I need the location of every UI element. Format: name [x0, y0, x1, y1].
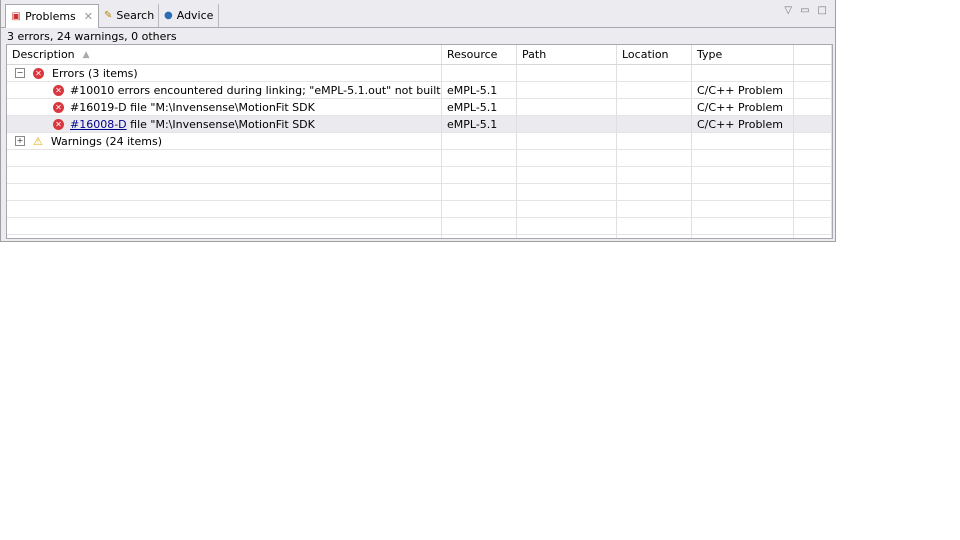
column-resource[interactable]: Resource: [442, 45, 517, 64]
empty-row: [7, 167, 832, 184]
tab-label: Problems: [25, 10, 76, 23]
col-label: Description: [12, 48, 75, 61]
table-header: Description ▲ Resource Path Location Type: [7, 45, 832, 65]
collapse-icon[interactable]: −: [15, 68, 25, 78]
close-icon[interactable]: ✕: [84, 10, 93, 23]
problems-table: Description ▲ Resource Path Location Type…: [6, 44, 833, 239]
group-label: Errors (3 items): [52, 66, 138, 80]
empty-row: [7, 201, 832, 218]
description: #16019-D file "M:\Invensense\MotionFit S…: [70, 100, 315, 114]
tab-advice[interactable]: ● Advice: [159, 4, 219, 27]
group-warnings[interactable]: + ⚠ Warnings (24 items): [7, 133, 832, 150]
empty-row: [7, 150, 832, 167]
error-code-link[interactable]: #16008-D: [70, 118, 127, 131]
resource: eMPL-5.1: [442, 116, 517, 132]
sort-ascending-icon: ▲: [82, 49, 90, 60]
type: C/C++ Problem: [692, 82, 794, 98]
column-type[interactable]: Type: [692, 45, 794, 64]
type: C/C++ Problem: [692, 99, 794, 115]
tab-label: Advice: [176, 9, 214, 22]
tab-search[interactable]: ✎ Search: [99, 4, 159, 27]
description: file "M:\Invensense\MotionFit SDK: [126, 117, 315, 131]
empty-row: [7, 235, 832, 238]
group-errors[interactable]: − ✕ Errors (3 items): [7, 65, 832, 82]
error-icon: ✕: [53, 101, 64, 113]
column-location[interactable]: Location: [617, 45, 692, 64]
empty-row: [7, 184, 832, 201]
error-icon: ✕: [33, 67, 44, 79]
tab-bar: ▣ Problems ✕ ✎ Search ● Advice ▽ ▭ □: [1, 0, 835, 28]
search-flashlight-icon: ✎: [104, 10, 113, 21]
type: C/C++ Problem: [692, 116, 794, 132]
column-path[interactable]: Path: [517, 45, 617, 64]
problems-view: ▣ Problems ✕ ✎ Search ● Advice ▽ ▭ □ 3 e…: [0, 0, 836, 242]
globe-icon: ●: [164, 10, 173, 21]
resource: eMPL-5.1: [442, 82, 517, 98]
table-row[interactable]: ✕ #10010 errors encountered during linkin…: [7, 82, 832, 99]
column-filler: [794, 45, 832, 64]
tab-problems[interactable]: ▣ Problems ✕: [5, 4, 99, 28]
maximize-icon[interactable]: □: [818, 5, 827, 16]
column-description[interactable]: Description ▲: [7, 45, 442, 64]
error-icon: ✕: [53, 84, 64, 96]
empty-row: [7, 218, 832, 235]
description: #10010 errors encountered during linking…: [70, 83, 441, 97]
status-summary: 3 errors, 24 warnings, 0 others: [7, 30, 177, 43]
resource: eMPL-5.1: [442, 99, 517, 115]
minimize-icon[interactable]: ▭: [800, 5, 809, 16]
error-icon: ✕: [53, 118, 64, 130]
warning-icon: ⚠: [33, 134, 43, 148]
view-menu-icon[interactable]: ▽: [784, 5, 792, 16]
table-row[interactable]: ✕ #16019-D file "M:\Invensense\MotionFit …: [7, 99, 832, 116]
table-row-selected[interactable]: ✕ #16008-D file "M:\Invensense\MotionFit …: [7, 116, 832, 133]
expand-icon[interactable]: +: [15, 136, 25, 146]
group-label: Warnings (24 items): [50, 134, 162, 148]
problems-icon: ▣: [11, 11, 21, 22]
tab-label: Search: [116, 9, 155, 22]
